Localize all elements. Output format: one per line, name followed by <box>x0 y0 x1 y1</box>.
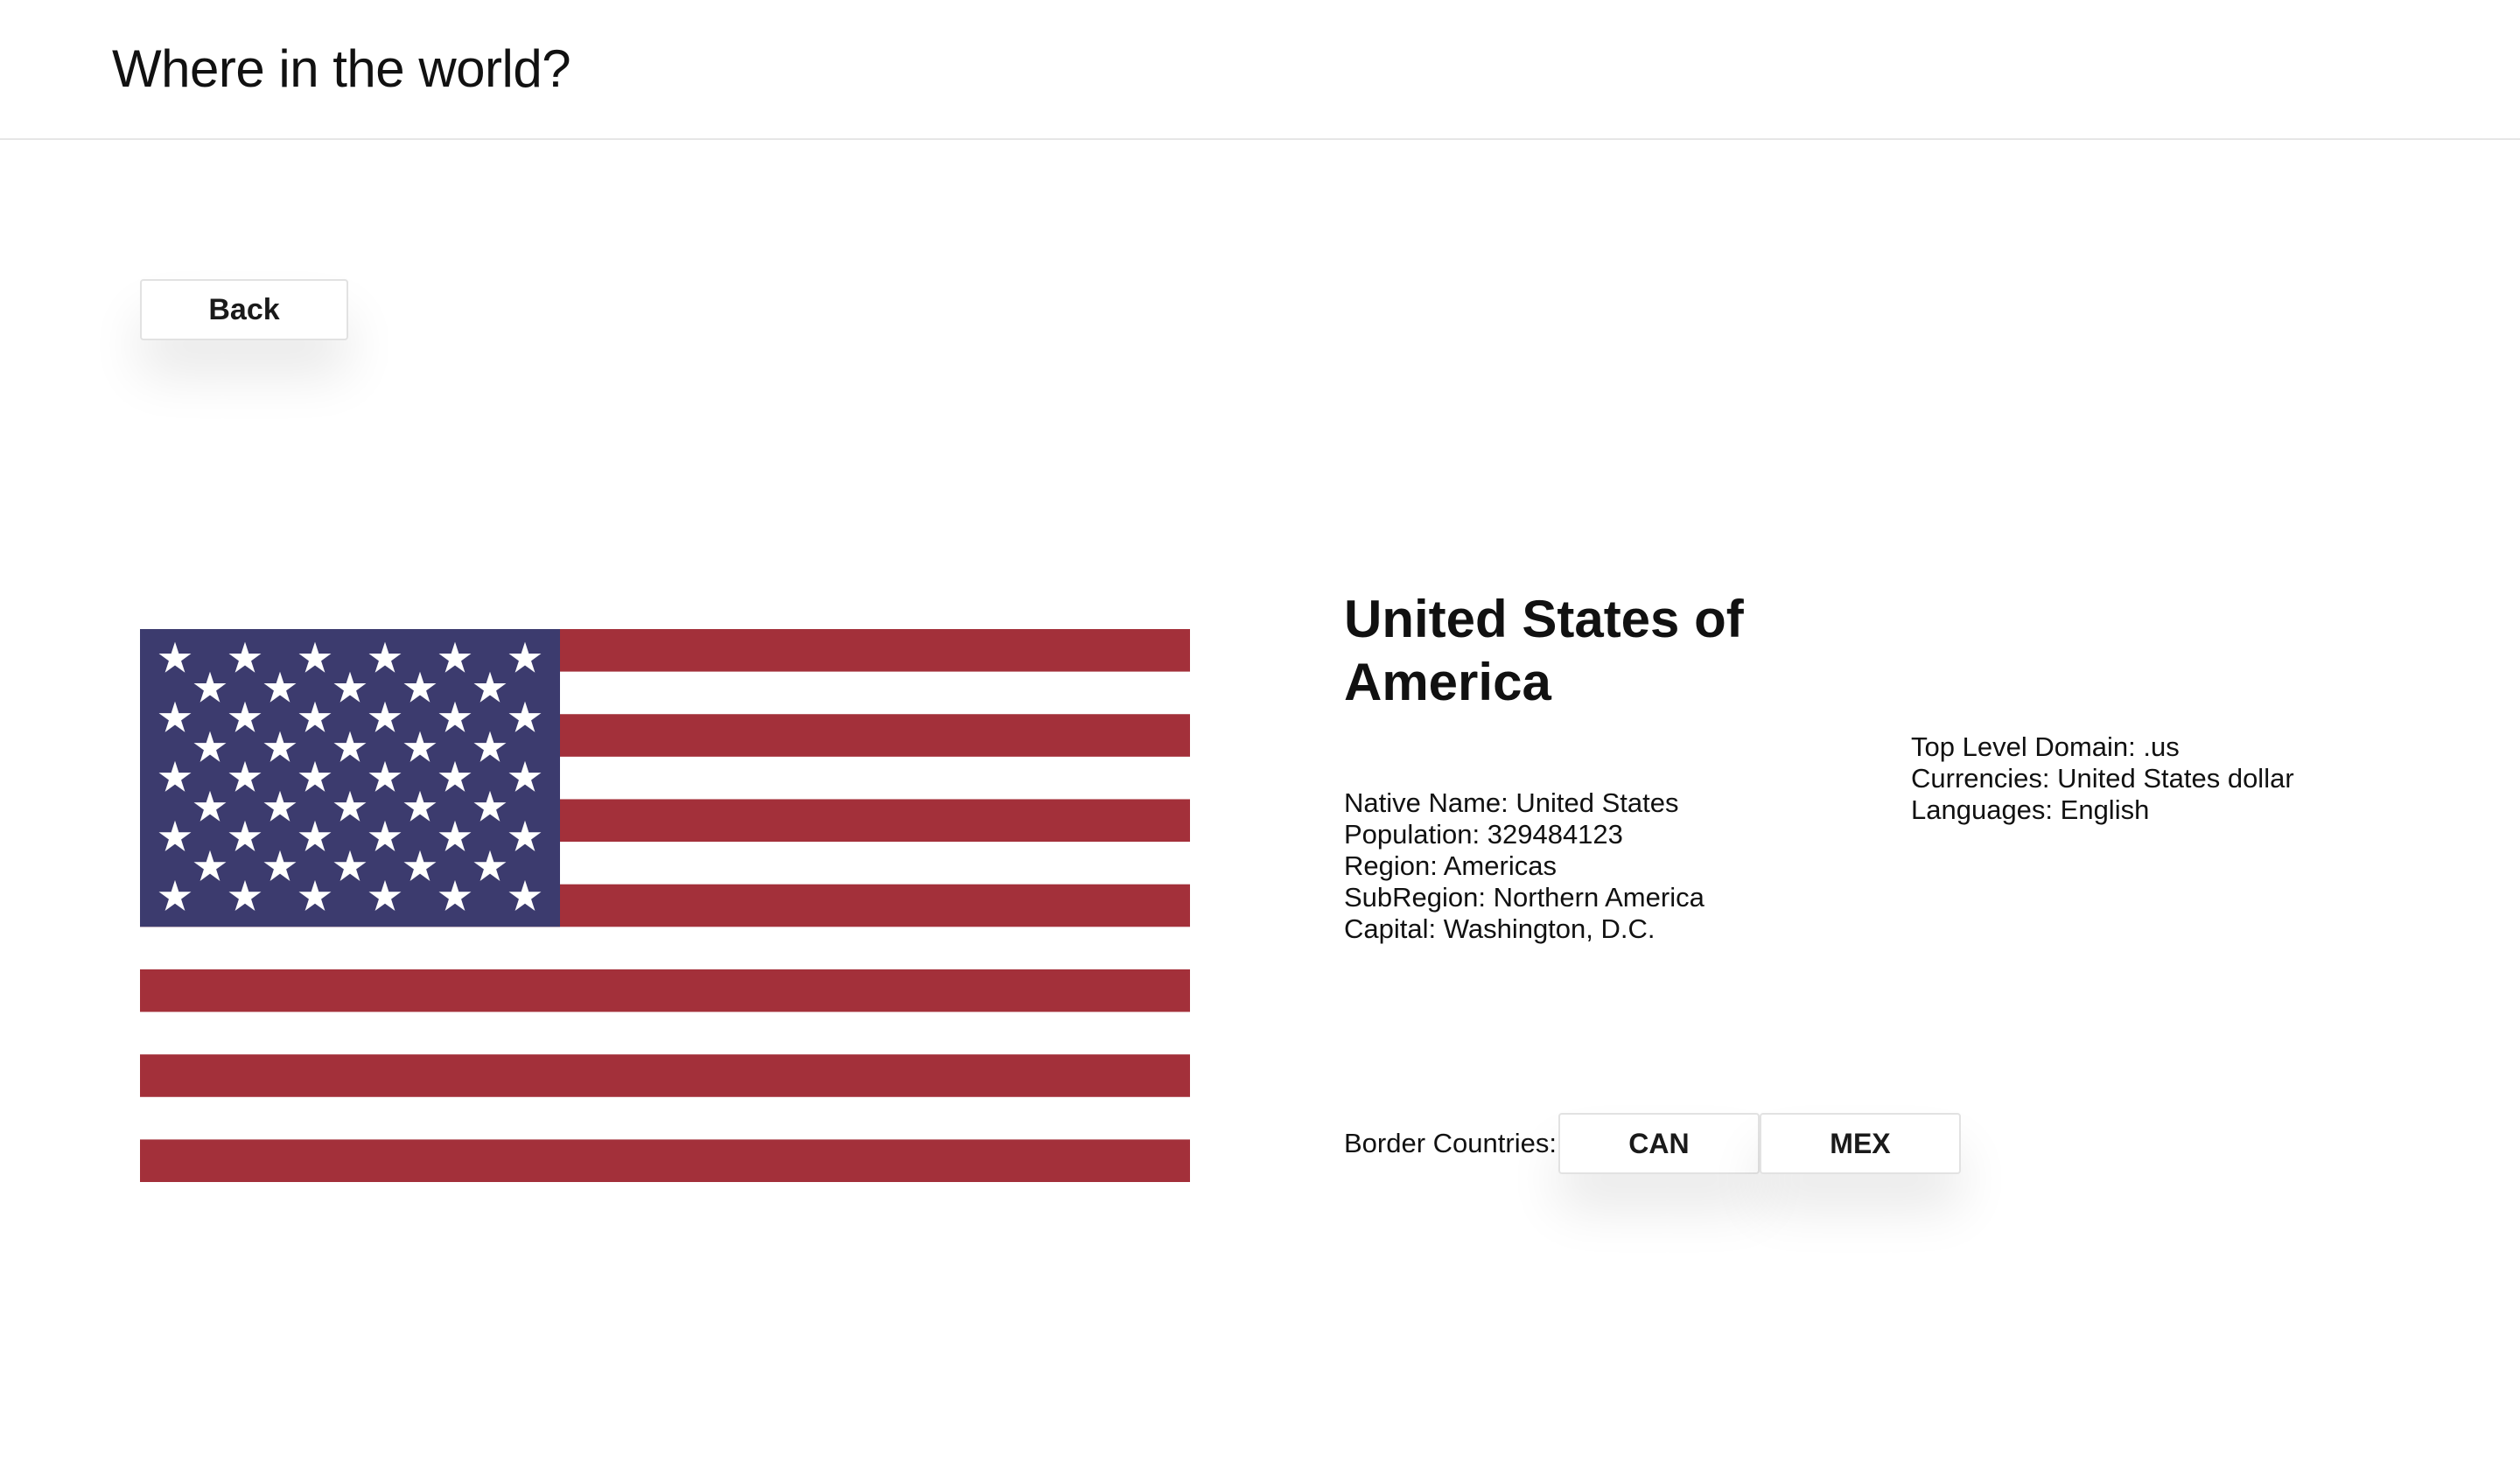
border-country-button-can[interactable]: CAN <box>1558 1113 1760 1174</box>
native-name-field: Native Name: United States <box>1344 787 1679 818</box>
subregion-field: SubRegion: Northern America <box>1344 882 1704 913</box>
app-title: Where in the world? <box>112 39 571 98</box>
us-flag-icon <box>140 629 1190 1182</box>
region-field: Region: Americas <box>1344 850 1557 881</box>
country-name: United States of America <box>1344 590 1744 711</box>
country-details-secondary: Top Level Domain: .us Currencies: United… <box>1911 731 2294 826</box>
country-details-primary: Native Name: United States Population: 3… <box>1344 787 1704 945</box>
languages-field: Languages: English <box>1911 794 2150 825</box>
border-countries-label: Border Countries: <box>1344 1128 1557 1158</box>
flag-red-stripe <box>140 969 1190 1012</box>
flag-red-stripe <box>140 1054 1190 1097</box>
border-country-button-mex[interactable]: MEX <box>1759 1113 1961 1174</box>
flag-red-stripe <box>140 1139 1190 1182</box>
back-button[interactable]: Back <box>140 279 348 340</box>
capital-field: Capital: Washington, D.C. <box>1344 913 1656 944</box>
border-countries: Border Countries: CAN MEX <box>1344 1113 1961 1174</box>
currencies-field: Currencies: United States dollar <box>1911 763 2294 794</box>
population-field: Population: 329484123 <box>1344 819 1623 850</box>
top-level-domain-field: Top Level Domain: .us <box>1911 731 2180 762</box>
app-header: Where in the world? <box>0 0 2520 140</box>
